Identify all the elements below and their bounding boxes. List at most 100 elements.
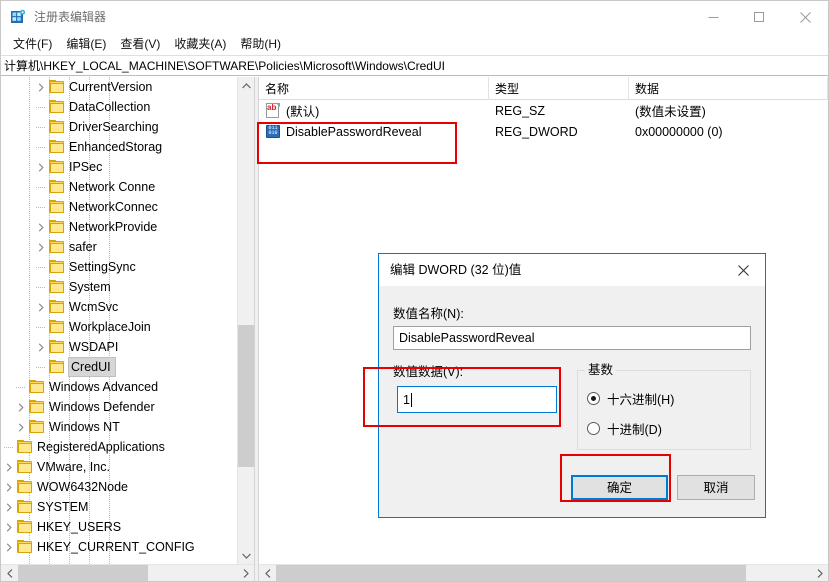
folder-icon [49, 180, 65, 194]
tree-item[interactable]: WorkplaceJoin [1, 317, 237, 337]
tree-hscrollbar-thumb[interactable] [18, 565, 148, 581]
tree-scrollbar-thumb[interactable] [238, 325, 254, 467]
tree-item-label: Windows NT [49, 420, 120, 434]
tree-item[interactable]: SettingSync [1, 257, 237, 277]
tree-item[interactable]: NetworkProvide [1, 217, 237, 237]
tree-item[interactable]: SYSTEM [1, 497, 237, 517]
tree-item[interactable]: Windows Advanced [1, 377, 237, 397]
dialog-body: 数值名称(N): DisablePasswordReveal 数值数据(V): … [379, 286, 765, 517]
chevron-right-icon[interactable] [33, 239, 49, 255]
radio-hexadecimal[interactable]: 十六进制(H) [587, 389, 674, 408]
tree-item[interactable]: Network Conne [1, 177, 237, 197]
chevron-right-icon[interactable] [1, 519, 17, 535]
tree-connector [33, 359, 49, 375]
chevron-right-icon[interactable] [33, 79, 49, 95]
tree-item[interactable]: VMware, Inc. [1, 457, 237, 477]
values-hscrollbar-thumb[interactable] [276, 565, 746, 581]
chevron-right-icon[interactable] [1, 479, 17, 495]
menu-view[interactable]: 查看(V) [113, 35, 167, 54]
tree-item[interactable]: Windows NT [1, 417, 237, 437]
dword-value-icon: 011 010 [265, 124, 281, 140]
column-data[interactable]: 数据 [629, 77, 828, 100]
tree-item[interactable]: HKEY_USERS [1, 517, 237, 537]
folder-icon [17, 540, 33, 554]
radio-hexadecimal-indicator [587, 392, 600, 405]
tree-item[interactable]: NetworkConnec [1, 197, 237, 217]
dialog-title-bar: 编辑 DWORD (32 位)值 [379, 254, 765, 286]
tree-connector [13, 379, 29, 395]
tree-item[interactable]: IPSec [1, 157, 237, 177]
tree-item[interactable]: System [1, 277, 237, 297]
tree-item[interactable]: WcmSvc [1, 297, 237, 317]
column-type[interactable]: 类型 [489, 77, 629, 100]
tree-item[interactable]: RegisteredApplications [1, 437, 237, 457]
tree-item[interactable]: WOW6432Node [1, 477, 237, 497]
maximize-button[interactable] [736, 1, 782, 33]
cancel-button[interactable]: 取消 [677, 475, 755, 500]
menu-file[interactable]: 文件(F) [6, 35, 59, 54]
tree-item-label: NetworkConnec [69, 200, 158, 214]
minimize-button[interactable] [690, 1, 736, 33]
tree-item[interactable]: CredUI [1, 357, 237, 377]
tree-scroll-left-button[interactable] [1, 565, 18, 581]
tree-scroll-right-button[interactable] [237, 565, 254, 581]
values-horizontal-scrollbar[interactable] [259, 564, 828, 581]
chevron-right-icon[interactable] [33, 219, 49, 235]
close-button[interactable] [782, 1, 828, 33]
chevron-right-icon[interactable] [1, 499, 17, 515]
window-controls [690, 1, 828, 33]
tree-item[interactable]: CurrentVersion [1, 77, 237, 97]
menu-help[interactable]: 帮助(H) [233, 35, 288, 54]
tree-item-label: safer [69, 240, 97, 254]
value-data-input[interactable]: 1 [397, 386, 557, 413]
chevron-right-icon[interactable] [33, 339, 49, 355]
address-bar[interactable]: 计算机\HKEY_LOCAL_MACHINE\SOFTWARE\Policies… [1, 55, 828, 76]
tree-item[interactable]: HKEY_CURRENT_CONFIG [1, 537, 237, 557]
tree-item-label: WcmSvc [69, 300, 119, 314]
tree-item[interactable]: safer [1, 237, 237, 257]
ok-button[interactable]: 确定 [571, 475, 668, 500]
tree-item[interactable]: Windows Defender [1, 397, 237, 417]
registry-tree[interactable]: CurrentVersion DataCollection DriverSearch… [1, 77, 237, 564]
tree-connector [33, 139, 49, 155]
menu-edit[interactable]: 编辑(E) [59, 35, 113, 54]
dialog-title: 编辑 DWORD (32 位)值 [390, 263, 522, 277]
chevron-right-icon[interactable] [1, 539, 17, 555]
value-row[interactable]: ab (默认) REG_SZ (数值未设置) [259, 100, 828, 121]
value-name-cell: ab (默认) [259, 100, 489, 121]
tree-horizontal-scrollbar[interactable] [1, 564, 254, 581]
chevron-right-icon[interactable] [13, 399, 29, 415]
column-name[interactable]: 名称 [259, 77, 489, 100]
value-name-input[interactable]: DisablePasswordReveal [393, 326, 751, 350]
tree-vertical-scrollbar[interactable] [237, 77, 254, 564]
tree-item[interactable]: WSDAPI [1, 337, 237, 357]
tree-item[interactable]: DriverSearching [1, 117, 237, 137]
value-data-cell: 0x00000000 (0) [635, 124, 723, 139]
title-bar: 注册表编辑器 [1, 1, 828, 33]
folder-icon [49, 280, 65, 294]
tree-item[interactable]: EnhancedStorag [1, 137, 237, 157]
chevron-right-icon[interactable] [1, 459, 17, 475]
registry-editor-window: 注册表编辑器 文件(F) 编辑(E) 查看(V) 收藏夹(A) 帮助(H) 计算… [0, 0, 829, 582]
folder-icon [17, 500, 33, 514]
tree-item-label: Windows Advanced [49, 380, 159, 394]
tree-scroll-down-button[interactable] [238, 547, 254, 564]
folder-icon [29, 400, 45, 414]
chevron-right-icon[interactable] [33, 299, 49, 315]
values-scroll-right-button[interactable] [811, 565, 828, 581]
tree-connector [1, 439, 17, 455]
tree-connector [33, 119, 49, 135]
tree-item-label: DataCollection [69, 100, 151, 114]
folder-icon [49, 360, 65, 374]
values-scroll-left-button[interactable] [259, 565, 276, 581]
chevron-right-icon[interactable] [13, 419, 29, 435]
value-row[interactable]: 011 010 DisablePasswordReveal REG_DWORD 0x00… [259, 121, 828, 142]
radio-decimal[interactable]: 十进制(D) [587, 419, 662, 438]
tree-item[interactable]: DataCollection [1, 97, 237, 117]
folder-icon [49, 220, 65, 234]
radio-decimal-indicator [587, 422, 600, 435]
dialog-close-button[interactable] [721, 254, 765, 286]
chevron-right-icon[interactable] [33, 159, 49, 175]
tree-scroll-up-button[interactable] [238, 77, 254, 94]
menu-favorites[interactable]: 收藏夹(A) [167, 35, 233, 54]
